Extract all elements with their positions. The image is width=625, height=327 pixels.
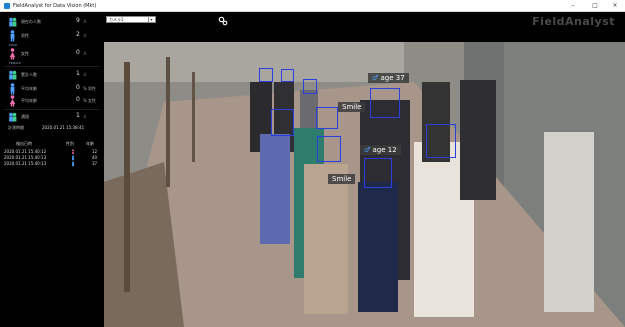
face-detection-box[interactable]	[370, 88, 400, 118]
log-age: 40	[92, 155, 98, 160]
stat-label: 累計人数	[21, 72, 37, 77]
age-tag-text: age 37	[380, 74, 405, 82]
male-icon	[72, 161, 74, 167]
stats-panel: 現在の人数 9 人 男性 2 人 MALE 女性 0 人 FEMALE 累計人数…	[0, 12, 104, 327]
sky	[104, 42, 404, 82]
log-age: 37	[92, 161, 98, 166]
face-detection-box[interactable]	[317, 136, 341, 162]
minimize-button[interactable]: –	[566, 0, 580, 12]
stat-label: 男性	[21, 33, 29, 38]
start-time: 計測時間 2020.01.21 15:38:41	[0, 124, 104, 132]
stat-unit: %	[83, 98, 87, 103]
face-detection-box[interactable]	[303, 79, 317, 94]
age-tag-text: age 12	[372, 146, 397, 154]
log-row[interactable]: 2020.01.21 15:40:13 37	[0, 161, 104, 167]
female-icon	[9, 95, 16, 107]
stat-extra: 女性	[88, 98, 96, 103]
divider	[4, 66, 100, 67]
log-header: 検出日時 性別 年齢	[0, 140, 104, 148]
gear-icon	[218, 16, 228, 26]
face-detection-box[interactable]	[271, 109, 294, 136]
window-title: FieldAnalyst for Data Vision (Mkt)	[13, 3, 97, 9]
stat-value: 1	[76, 112, 80, 119]
stat-value: 9	[76, 17, 80, 24]
tree-trunk	[192, 72, 195, 162]
female-caption: FEMALE	[9, 61, 21, 65]
log-age: 12	[92, 149, 98, 154]
person	[304, 164, 348, 314]
log-header-gender: 性別	[66, 141, 74, 146]
male-icon	[10, 83, 15, 95]
face-detection-box[interactable]	[281, 69, 294, 82]
male-icon: ♂	[372, 74, 381, 82]
log-header-age: 年齢	[86, 141, 94, 146]
camera-select-value: カメラ1	[109, 17, 124, 22]
stat-unit: 人	[83, 19, 87, 24]
male-caption: MALE	[9, 43, 18, 47]
stat-value: 0	[76, 96, 80, 103]
stat-unit: %	[83, 86, 87, 91]
stat-label: 平均年齢	[21, 86, 37, 91]
start-time-label: 計測時間	[8, 125, 24, 130]
age-tag: ♂ age 12	[360, 145, 401, 155]
stat-avg-age-female: 平均年齢 0 % 女性	[0, 95, 104, 109]
log-header-time: 検出日時	[16, 141, 32, 146]
male-icon	[10, 30, 15, 42]
title-bar: FieldAnalyst for Data Vision (Mkt) – □ ×	[0, 0, 625, 12]
log-time: 2020.01.21 15:40:12	[4, 149, 47, 154]
maximize-button[interactable]: □	[588, 0, 602, 12]
stat-current-count: 現在の人数 9 人	[0, 16, 104, 30]
tree-trunk	[124, 62, 130, 292]
person	[260, 134, 290, 244]
stat-label: 現在の人数	[21, 19, 41, 24]
smile-tag: Smile	[328, 174, 356, 184]
start-time-value: 2020.01.21 15:38:41	[42, 125, 85, 130]
stat-extra: 男性	[88, 86, 96, 91]
face-detection-box[interactable]	[259, 68, 273, 82]
stat-value: 0	[76, 49, 80, 56]
camera-feed[interactable]: ♂ age 37 Smile ♂ age 12 Smile	[104, 42, 625, 327]
divider	[4, 109, 100, 110]
person-pair-icon	[9, 70, 17, 80]
female-icon	[9, 48, 16, 60]
stat-label: 通過	[21, 114, 29, 119]
stat-unit: 人	[83, 114, 87, 119]
person-pair-icon	[9, 112, 17, 122]
stat-unit: 人	[83, 72, 87, 77]
face-detection-box[interactable]	[316, 107, 338, 129]
app-icon	[4, 3, 10, 9]
settings-button[interactable]	[218, 16, 228, 26]
stat-female: 女性 0 人	[0, 48, 104, 62]
stat-label: 女性	[21, 51, 29, 56]
chevron-down-icon[interactable]: ▾	[148, 17, 154, 22]
stat-unit: 人	[83, 33, 87, 38]
stat-value: 2	[76, 31, 80, 38]
stat-total-count: 累計人数 1 人	[0, 69, 104, 83]
brand-logo: FieldAnalyst	[532, 15, 615, 28]
stat-value: 1	[76, 70, 80, 77]
face-detection-box[interactable]	[426, 124, 456, 158]
log-time: 2020.01.21 15:40:13	[4, 161, 47, 166]
face-detection-box[interactable]	[364, 158, 392, 188]
stat-passed: 通過 1 人	[0, 111, 104, 125]
male-icon: ♂	[364, 146, 373, 154]
age-tag: ♂ age 37	[368, 73, 409, 83]
person	[460, 80, 496, 200]
stat-label: 平均年齢	[21, 98, 37, 103]
stat-value: 0	[76, 84, 80, 91]
close-button[interactable]: ×	[608, 0, 622, 12]
stat-unit: 人	[83, 51, 87, 56]
person	[358, 182, 398, 312]
stat-male: 男性 2 人	[0, 30, 104, 44]
tree-trunk	[166, 57, 170, 187]
camera-select[interactable]: カメラ1 ▾	[106, 16, 156, 23]
smile-tag: Smile	[338, 102, 366, 112]
reflection	[544, 132, 594, 312]
log-time: 2020.01.21 15:40:13	[4, 155, 47, 160]
person-pair-icon	[9, 17, 17, 27]
